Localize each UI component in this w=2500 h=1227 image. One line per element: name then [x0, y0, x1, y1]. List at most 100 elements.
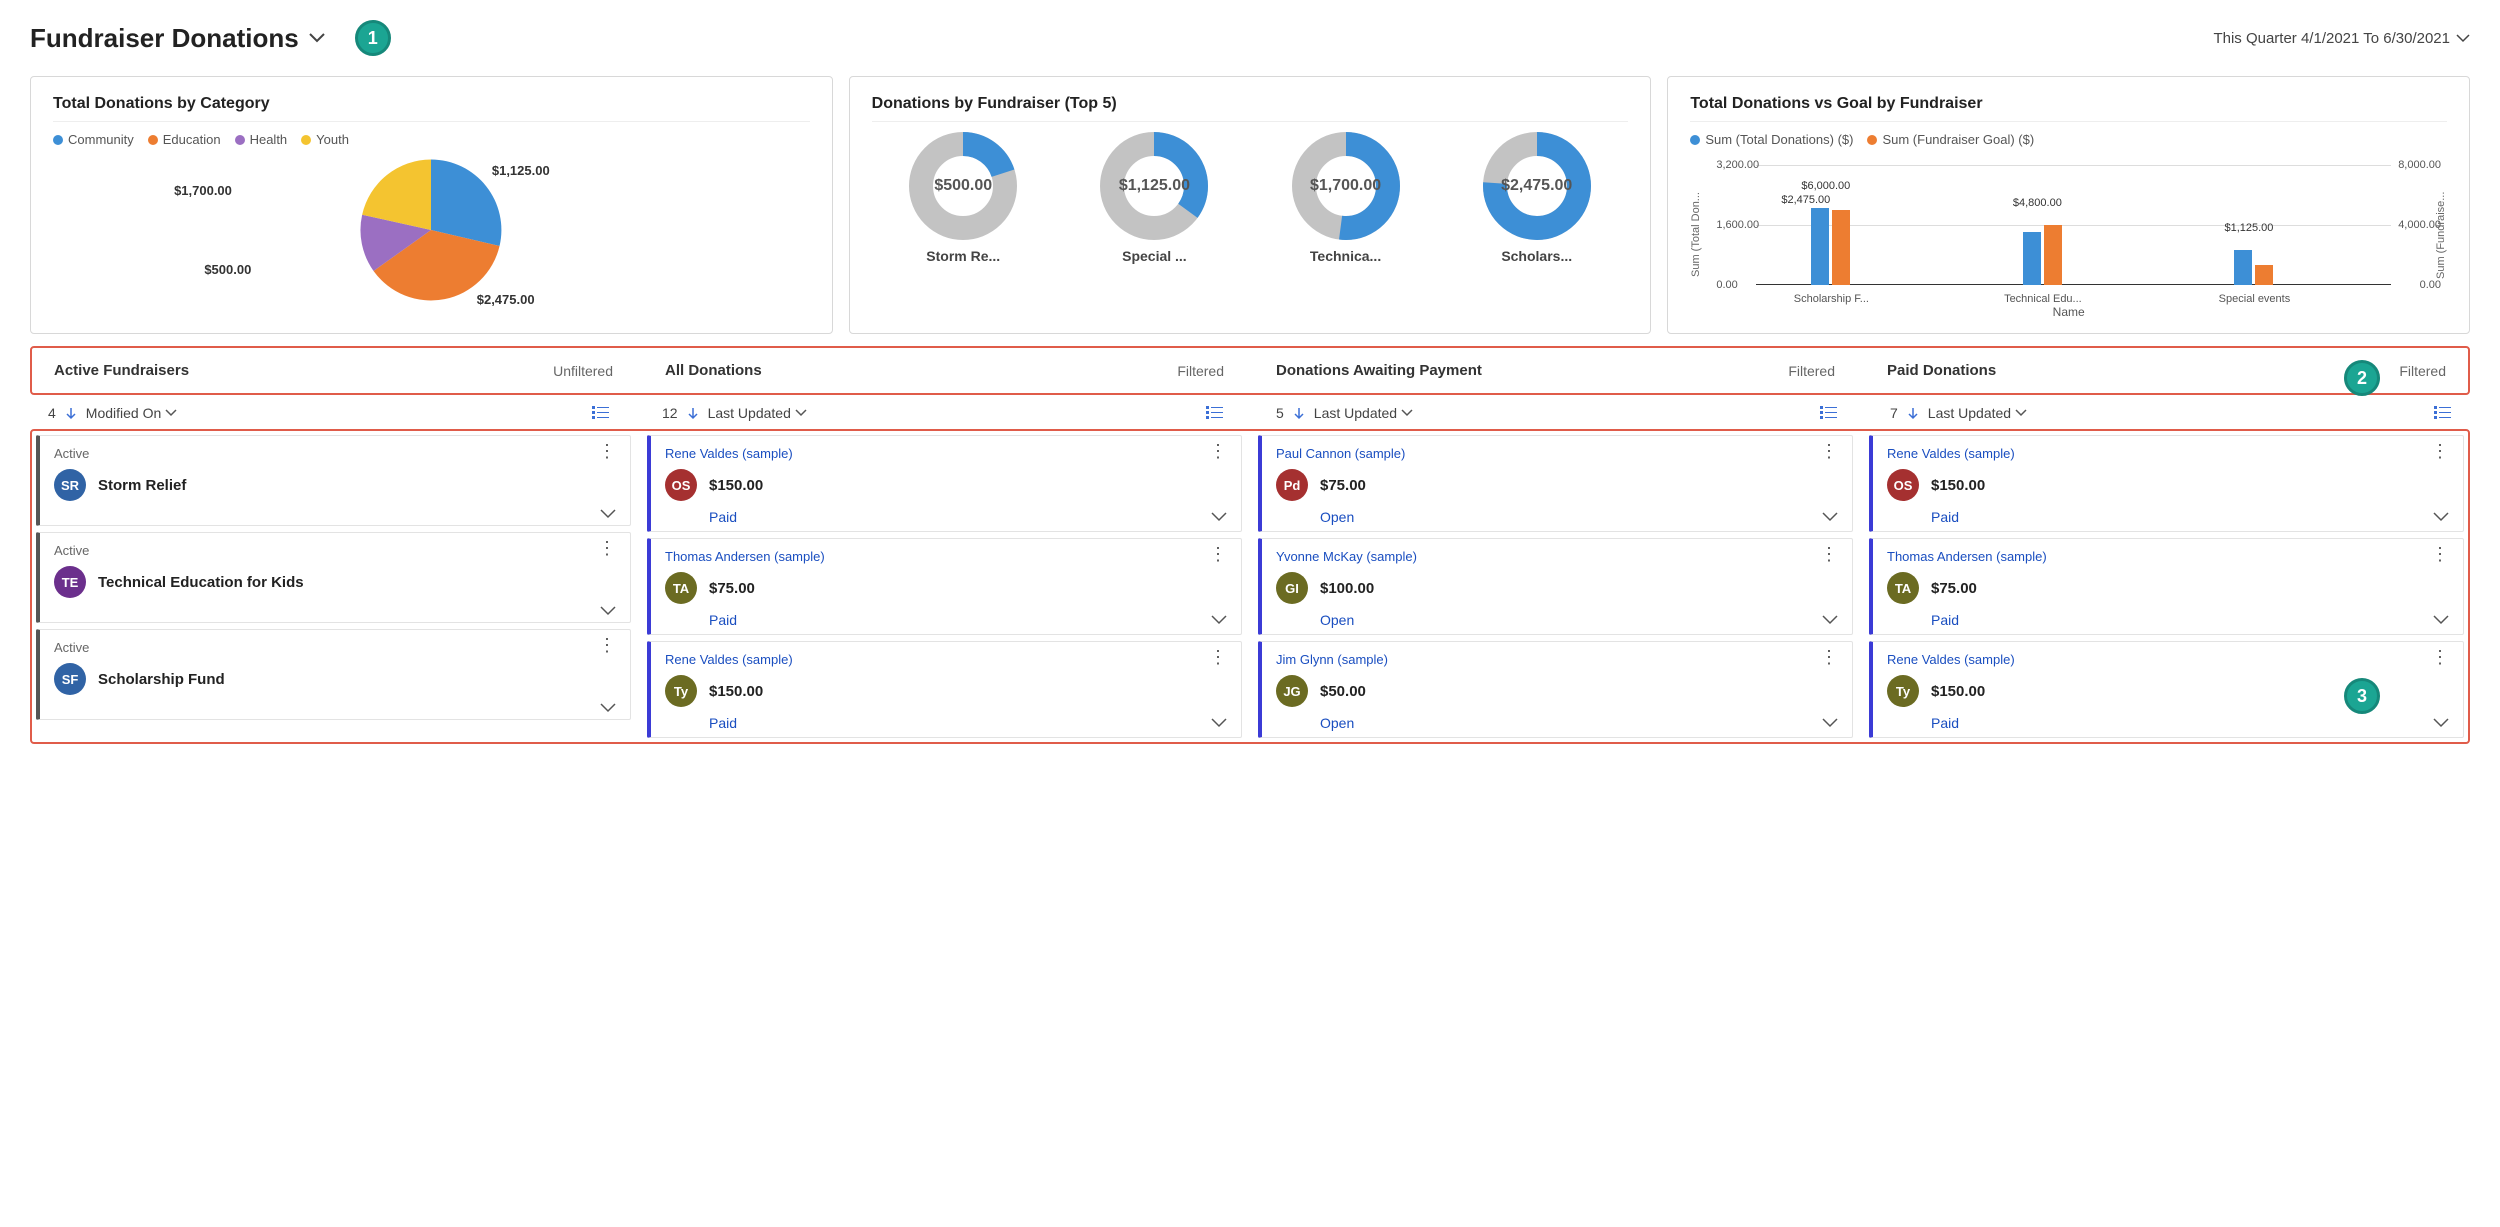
card-contact-link[interactable]: Thomas Andersen (sample) — [1887, 549, 2047, 564]
card-contact-link[interactable]: Yvonne McKay (sample) — [1276, 549, 1417, 564]
more-icon[interactable]: ⋮ — [1209, 549, 1227, 560]
more-icon[interactable]: ⋮ — [598, 640, 616, 651]
list-card[interactable]: Rene Valdes (sample)⋮Ty$150.00Paid — [647, 641, 1242, 738]
list-card[interactable]: Active⋮TETechnical Education for Kids — [36, 532, 631, 623]
view-toggle-icon[interactable] — [2434, 406, 2452, 420]
x-tick: Special events — [2219, 293, 2291, 305]
card-contact-link[interactable]: Rene Valdes (sample) — [665, 446, 793, 461]
x-tick: Scholarship F... — [1794, 293, 1869, 305]
more-icon[interactable]: ⋮ — [598, 543, 616, 554]
bar-goal-label: $4,800.00 — [2013, 197, 2062, 209]
sort-field-label: Last Updated — [708, 405, 791, 421]
more-icon[interactable]: ⋮ — [2431, 652, 2449, 663]
legend-item: Community — [53, 132, 134, 147]
chevron-down-icon[interactable] — [1822, 615, 1838, 625]
view-toggle-icon[interactable] — [1206, 406, 1224, 420]
card-payment-status: Open — [1320, 509, 1354, 525]
list-controls: 4 Modified On — [30, 397, 628, 429]
sort-arrow-icon[interactable] — [64, 406, 78, 420]
view-toggle-icon[interactable] — [592, 406, 610, 420]
legend-label: Health — [250, 132, 288, 147]
card-payment-status: Open — [1320, 612, 1354, 628]
chevron-down-icon — [795, 409, 807, 417]
donut-value: $2,475.00 — [1483, 132, 1591, 240]
chevron-down-icon — [2015, 409, 2027, 417]
chevron-down-icon[interactable] — [1211, 615, 1227, 625]
list-controls: 5Last Updated — [1258, 397, 1856, 429]
card-contact-link[interactable]: Jim Glynn (sample) — [1276, 652, 1388, 667]
y-axis-right-label: Sum (Fundraise... — [2435, 155, 2447, 315]
card-contact-link[interactable]: Rene Valdes (sample) — [665, 652, 793, 667]
chevron-down-icon[interactable] — [309, 33, 325, 43]
list-card[interactable]: Thomas Andersen (sample)⋮TA$75.00Paid — [1869, 538, 2464, 635]
list-controls-row: 4Modified On12Last Updated5Last Updated7… — [30, 397, 2470, 429]
pie-label-health: $500.00 — [204, 262, 251, 277]
chevron-down-icon[interactable] — [600, 509, 616, 519]
legend-item: Education — [148, 132, 221, 147]
sort-field[interactable]: Last Updated — [1314, 405, 1413, 421]
page-title[interactable]: Fundraiser Donations — [30, 23, 299, 54]
chart-goal: Total Donations vs Goal by Fundraiser Su… — [1667, 76, 2470, 334]
chevron-down-icon[interactable] — [600, 703, 616, 713]
y-tick: 0.00 — [1716, 279, 1737, 291]
list-title: Active Fundraisers — [54, 362, 189, 379]
date-range-selector[interactable]: This Quarter 4/1/2021 To 6/30/2021 — [2213, 30, 2470, 47]
card-amount: $100.00 — [1320, 580, 1374, 597]
card-contact-link[interactable]: Rene Valdes (sample) — [1887, 652, 2015, 667]
avatar: Ty — [665, 675, 697, 707]
card-amount: $150.00 — [709, 477, 763, 494]
more-icon[interactable]: ⋮ — [1820, 446, 1838, 457]
list-card[interactable]: Paul Cannon (sample)⋮Pd$75.00Open — [1258, 435, 1853, 532]
donut-row: $500.00Storm Re... $1,125.00Special ... … — [872, 132, 1629, 264]
bar-donations — [1811, 208, 1829, 285]
sort-arrow-icon[interactable] — [1906, 406, 1920, 420]
cards-column: Paul Cannon (sample)⋮Pd$75.00OpenYvonne … — [1258, 435, 1853, 738]
bar-donations — [2023, 232, 2041, 285]
card-title: Storm Relief — [98, 477, 186, 494]
chevron-down-icon[interactable] — [1211, 512, 1227, 522]
chart-legend: CommunityEducationHealthYouth — [53, 132, 810, 147]
chevron-down-icon[interactable] — [1822, 718, 1838, 728]
view-toggle-icon[interactable] — [1820, 406, 1838, 420]
list-card[interactable]: Yvonne McKay (sample)⋮GI$100.00Open — [1258, 538, 1853, 635]
more-icon[interactable]: ⋮ — [1209, 446, 1227, 457]
list-card[interactable]: Rene Valdes (sample)⋮OS$150.00Paid — [1869, 435, 2464, 532]
list-card[interactable]: Active⋮SFScholarship Fund — [36, 629, 631, 720]
more-icon[interactable]: ⋮ — [1820, 549, 1838, 560]
sort-arrow-icon[interactable] — [686, 406, 700, 420]
list-header: All DonationsFiltered — [647, 352, 1242, 389]
list-card[interactable]: Jim Glynn (sample)⋮JG$50.00Open — [1258, 641, 1853, 738]
list-card[interactable]: Rene Valdes (sample)⋮OS$150.00Paid — [647, 435, 1242, 532]
card-contact-link[interactable]: Paul Cannon (sample) — [1276, 446, 1405, 461]
list-card[interactable]: Thomas Andersen (sample)⋮TA$75.00Paid — [647, 538, 1242, 635]
list-count: 4 — [48, 405, 56, 421]
more-icon[interactable]: ⋮ — [1820, 652, 1838, 663]
more-icon[interactable]: ⋮ — [2431, 549, 2449, 560]
sort-field[interactable]: Modified On — [86, 405, 177, 421]
chevron-down-icon[interactable] — [2433, 512, 2449, 522]
swatch-icon — [301, 135, 311, 145]
more-icon[interactable]: ⋮ — [2431, 446, 2449, 457]
bar-group: $2,475.00$6,000.00Scholarship F... — [1811, 208, 1850, 285]
chevron-down-icon[interactable] — [1211, 718, 1227, 728]
bar-group: $4,800.00Technical Edu... — [2023, 225, 2062, 285]
chevron-down-icon[interactable] — [2433, 718, 2449, 728]
bar-value-label: $2,475.00 — [1781, 194, 1830, 206]
chevron-down-icon[interactable] — [2433, 615, 2449, 625]
card-contact-link[interactable]: Rene Valdes (sample) — [1887, 446, 2015, 461]
sort-field[interactable]: Last Updated — [1928, 405, 2027, 421]
donut-value: $1,700.00 — [1292, 132, 1400, 240]
sort-field[interactable]: Last Updated — [708, 405, 807, 421]
legend-label: Sum (Fundraiser Goal) ($) — [1882, 132, 2034, 147]
chart-category: Total Donations by Category CommunityEdu… — [30, 76, 833, 334]
more-icon[interactable]: ⋮ — [598, 446, 616, 457]
list-card[interactable]: Active⋮SRStorm Relief — [36, 435, 631, 526]
chevron-down-icon[interactable] — [600, 606, 616, 616]
donut-chart: $500.00 — [909, 132, 1017, 240]
chevron-down-icon[interactable] — [1822, 512, 1838, 522]
card-contact-link[interactable]: Thomas Andersen (sample) — [665, 549, 825, 564]
chart-title: Total Donations vs Goal by Fundraiser — [1690, 95, 2447, 122]
sort-arrow-icon[interactable] — [1292, 406, 1306, 420]
avatar: TA — [665, 572, 697, 604]
more-icon[interactable]: ⋮ — [1209, 652, 1227, 663]
